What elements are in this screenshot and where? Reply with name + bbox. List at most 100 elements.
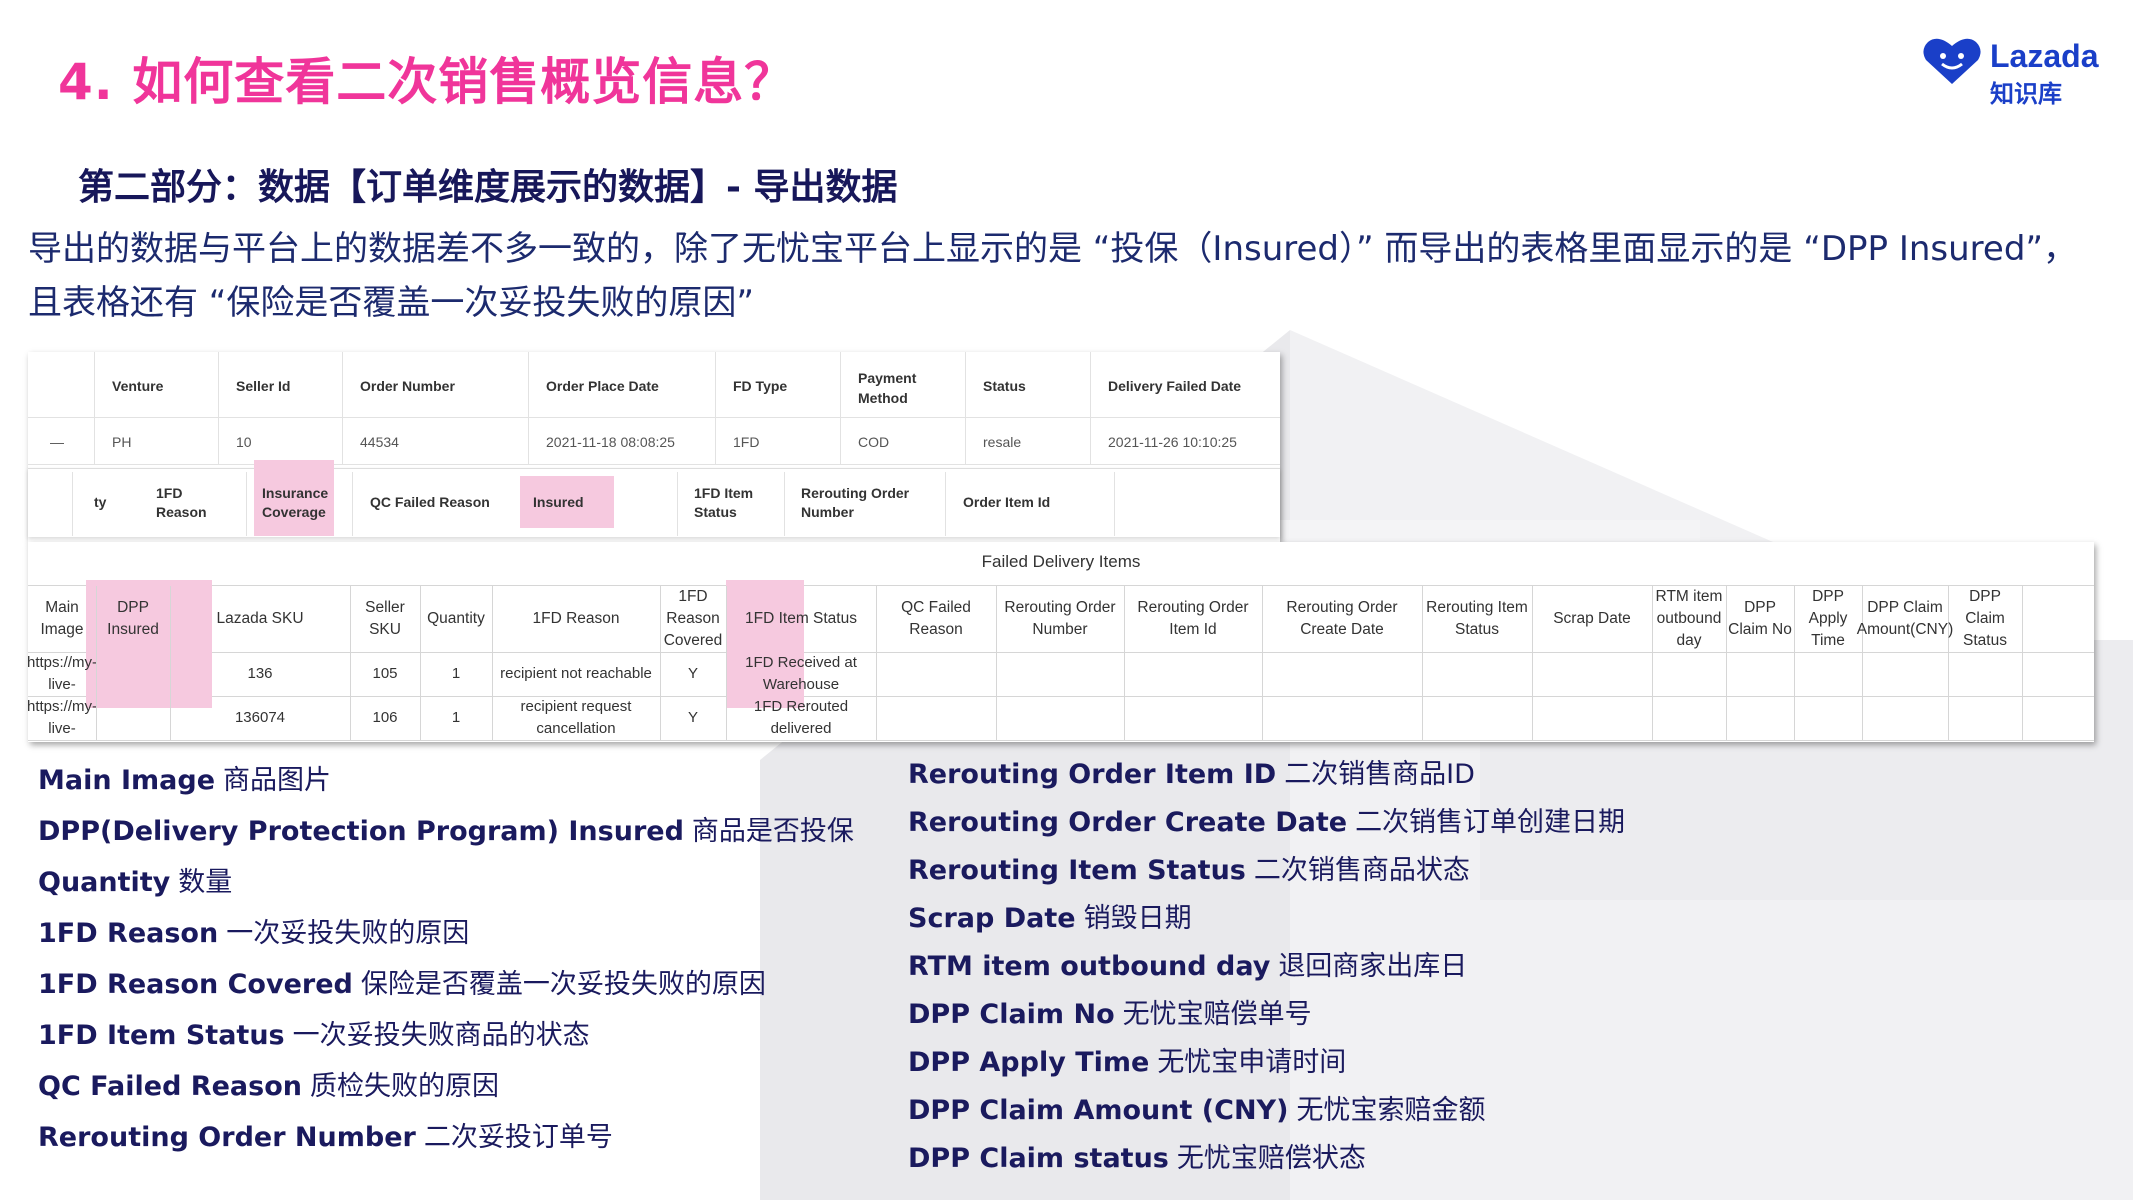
export-table-title: Failed Delivery Items <box>981 552 1141 571</box>
export-col-header: Quantity <box>427 610 485 627</box>
definition-item: DPP Claim Amount (CNY) 无忧宝索赔金额 <box>908 1088 1485 1127</box>
export-cell <box>1652 652 1726 696</box>
definition-desc: 二次销售商品状态 <box>1253 855 1470 886</box>
definition-term: Rerouting Item Status <box>908 855 1246 886</box>
definition-term: 1FD Reason Covered <box>38 969 353 1000</box>
export-cell <box>1948 652 2022 696</box>
cell-seller-id: 10 <box>236 434 252 450</box>
export-col-9: Rerouting Order Number <box>996 586 1125 740</box>
subcol-qc-failed-reason: QC Failed Reason <box>370 494 490 510</box>
export-col-11: Rerouting Order Create Date <box>1262 586 1423 740</box>
definition-desc: 二次销售商品ID <box>1284 759 1475 790</box>
export-cell <box>996 696 1124 740</box>
export-col-8: QC Failed Reason <box>876 586 997 740</box>
definition-desc: 销毁日期 <box>1083 903 1192 934</box>
definition-item: DPP Claim No 无忧宝赔偿单号 <box>908 992 1312 1031</box>
export-cell <box>1262 652 1422 696</box>
cell-delivery-failed-date: 2021-11-26 10:10:25 <box>1108 434 1237 450</box>
definition-term: QC Failed Reason <box>38 1071 302 1102</box>
definition-item: Rerouting Order Item ID 二次销售商品ID <box>908 752 1475 791</box>
definition-desc: 无忧宝索赔金额 <box>1296 1095 1486 1126</box>
definition-desc: 退回商家出库日 <box>1278 951 1468 982</box>
export-cell <box>1652 696 1726 740</box>
export-cell <box>1124 652 1262 696</box>
definition-item: QC Failed Reason 质检失败的原因 <box>38 1064 499 1103</box>
export-cell: https://my-live- <box>28 654 96 693</box>
export-cell <box>1532 652 1652 696</box>
subcol-1fd-reason: 1FD Reason <box>156 485 207 520</box>
export-col-header: QC Failed Reason <box>901 599 971 638</box>
export-col-6: 1FD Reason Covered Y Y <box>660 586 727 740</box>
export-col-header: RTM item outbound day <box>1655 588 1723 649</box>
export-cell <box>1794 652 1862 696</box>
export-cell: 105 <box>372 665 398 682</box>
definitions-right: Rerouting Order Item ID 二次销售商品ID Rerouting… <box>908 752 1808 1192</box>
subcol-insured: Insured <box>533 494 584 510</box>
export-cell <box>1862 652 1948 696</box>
definition-term: 1FD Item Status <box>38 1020 285 1051</box>
cell-order-place-date: 2021-11-18 08:08:25 <box>546 434 675 450</box>
definition-term: DPP Claim status <box>908 1143 1169 1174</box>
export-col-header: DPP Apply Time <box>1808 588 1848 649</box>
page-title: 4. 如何查看二次销售概览信息？ <box>58 53 796 111</box>
definition-term: DPP Apply Time <box>908 1047 1150 1078</box>
row-expand-toggle[interactable]: — <box>50 434 64 450</box>
definition-item: Scrap Date 销毁日期 <box>908 896 1192 935</box>
definition-term: Rerouting Order Create Date <box>908 807 1348 838</box>
definition-item: 1FD Item Status 一次妥投失败商品的状态 <box>38 1013 590 1052</box>
export-cell <box>1862 696 1948 740</box>
export-col-header: Scrap Date <box>1553 610 1631 627</box>
export-cell: 1 <box>451 665 461 682</box>
export-cell: Y <box>687 665 698 682</box>
definition-desc: 一次妥投失败商品的状态 <box>292 1020 590 1051</box>
col-order-number: Order Number <box>360 378 455 394</box>
definition-desc: 数量 <box>178 867 233 898</box>
definition-item: Rerouting Order Number 二次妥投订单号 <box>38 1115 613 1154</box>
definition-term: DPP Claim Amount (CNY) <box>908 1095 1289 1126</box>
export-col-header: Seller SKU <box>365 599 405 638</box>
export-cell: recipient request cancellation <box>520 698 632 737</box>
export-cell: 136074 <box>234 709 286 726</box>
export-col-12: Rerouting Item Status <box>1422 586 1533 740</box>
col-venture: Venture <box>112 378 164 394</box>
definition-term: Rerouting Order Number <box>38 1122 416 1153</box>
definition-item: Rerouting Order Create Date 二次销售订单创建日期 <box>908 800 1625 839</box>
lazada-logo: Lazada 知识库 <box>1922 32 2112 108</box>
definition-term: Quantity <box>38 867 171 898</box>
export-cell <box>1422 652 1532 696</box>
subcol-ty: ty <box>94 494 107 510</box>
definition-desc: 商品是否投保 <box>691 816 854 847</box>
definition-term: Rerouting Order Item ID <box>908 759 1277 790</box>
export-col-13: Scrap Date <box>1532 586 1653 740</box>
definition-item: DPP Apply Time 无忧宝申请时间 <box>908 1040 1346 1079</box>
export-col-header: Rerouting Order Item Id <box>1137 599 1249 638</box>
export-cell: Y <box>687 709 698 726</box>
cell-venture: PH <box>112 434 132 450</box>
export-col-14: RTM item outbound day <box>1652 586 1727 740</box>
definition-item: 1FD Reason 一次妥投失败的原因 <box>38 911 469 950</box>
export-cell <box>1794 696 1862 740</box>
export-col-3: Seller SKU 105 106 <box>350 586 421 740</box>
definition-term: RTM item outbound day <box>908 951 1271 982</box>
export-cell <box>1726 696 1794 740</box>
export-cell <box>1532 696 1652 740</box>
definition-item: RTM item outbound day 退回商家出库日 <box>908 944 1467 983</box>
export-col-header: DPP Insured <box>107 599 159 638</box>
definition-desc: 无忧宝赔偿状态 <box>1176 1143 1366 1174</box>
col-seller-id: Seller Id <box>236 378 291 394</box>
export-table-screenshot: Failed Delivery Items Main Image https://… <box>28 542 2094 742</box>
export-cell <box>1262 696 1422 740</box>
export-col-4: Quantity 1 1 <box>420 586 493 740</box>
export-col-header: Lazada SKU <box>216 610 304 627</box>
export-col-header: 1FD Reason <box>532 610 620 627</box>
cell-status: resale <box>983 434 1022 450</box>
definition-desc: 一次妥投失败的原因 <box>226 918 470 949</box>
export-col-5: 1FD Reason recipient not reachable recipie… <box>492 586 661 740</box>
logo-wordmark: Lazada <box>1990 38 2099 74</box>
export-col-header: Rerouting Order Number <box>1004 599 1116 638</box>
export-cell: recipient not reachable <box>500 665 652 682</box>
export-col-header: Main Image <box>40 599 84 638</box>
definition-term: Main Image <box>38 765 216 796</box>
definition-item: 1FD Reason Covered 保险是否覆盖一次妥投失败的原因 <box>38 962 766 1001</box>
export-cell: https://my-live- <box>28 698 96 737</box>
